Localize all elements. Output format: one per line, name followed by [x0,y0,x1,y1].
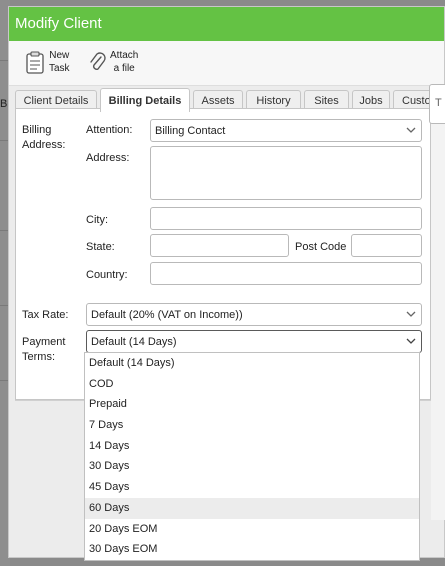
dropdown-option[interactable]: 30 Days EOM [85,539,419,560]
attention-select-value: Billing Contact [155,125,226,137]
attention-label: Attention: [86,124,133,136]
tab-billing-details[interactable]: Billing Details [100,88,190,112]
payment-terms-select[interactable]: Default (14 Days) [86,330,422,353]
city-label: City: [86,214,108,226]
background-edge-text: B [0,98,8,110]
attach-label-line1: Attach [110,50,139,61]
dropdown-option[interactable]: COD [85,374,419,395]
tab-bar: Client Details Billing Details Assets Hi… [15,86,444,112]
chevron-down-icon [406,338,416,344]
attention-select[interactable]: Billing Contact [150,119,422,142]
billing-address-section-label: Billing Address: [22,123,65,153]
state-input[interactable] [150,234,289,257]
dropdown-option[interactable]: 7 Days [85,415,419,436]
dialog-title: Modify Client [15,15,102,32]
toolbar: New Task Attach a file [9,41,444,86]
right-gutter [431,108,445,520]
dropdown-option[interactable]: Default (14 Days) [85,353,419,374]
country-label: Country: [86,269,128,281]
chevron-down-icon [406,311,416,317]
address-label: Address: [86,152,130,164]
billing-label-line1: Billing [22,124,52,136]
payment-terms-label: Payment Terms: [22,335,65,365]
payment-label-line2: Terms: [22,351,55,363]
dropdown-option[interactable]: 45 Days [85,477,419,498]
dropdown-option[interactable]: 20 Days EOM [85,519,419,540]
dialog-titlebar[interactable]: Modify Client [9,7,444,41]
payment-label-line1: Payment [22,336,66,348]
billing-label-line2: Address: [22,139,66,151]
address-textarea[interactable] [150,146,422,200]
side-field-partial[interactable]: T [429,84,445,124]
tax-rate-label: Tax Rate: [22,309,69,321]
payment-terms-dropdown: Default (14 Days) COD Prepaid 7 Days 14 … [84,352,420,561]
payment-terms-value: Default (14 Days) [91,336,177,348]
new-task-button[interactable]: New Task [49,49,70,75]
attach-label-line2: a file [113,63,135,74]
chevron-down-icon [406,127,416,133]
state-label: State: [86,241,115,253]
tax-rate-select[interactable]: Default (20% (VAT on Income)) [86,303,422,326]
tax-rate-value: Default (20% (VAT on Income)) [91,309,243,321]
new-task-label-line2: Task [49,63,70,74]
dropdown-option-highlighted[interactable]: 60 Days [85,497,419,519]
attach-file-button[interactable]: Attach a file [110,49,138,75]
side-field-glyph: T [435,97,442,109]
country-input[interactable] [150,262,422,285]
new-task-label-line1: New [49,50,70,61]
dropdown-option[interactable]: 14 Days [85,436,419,457]
city-input[interactable] [150,207,422,230]
dropdown-option[interactable]: Prepaid [85,394,419,415]
postcode-label: Post Code [295,241,347,253]
paperclip-icon [89,51,107,78]
dropdown-option[interactable]: 30 Days [85,456,419,477]
clipboard-icon [25,51,45,78]
postcode-input[interactable] [351,234,422,257]
